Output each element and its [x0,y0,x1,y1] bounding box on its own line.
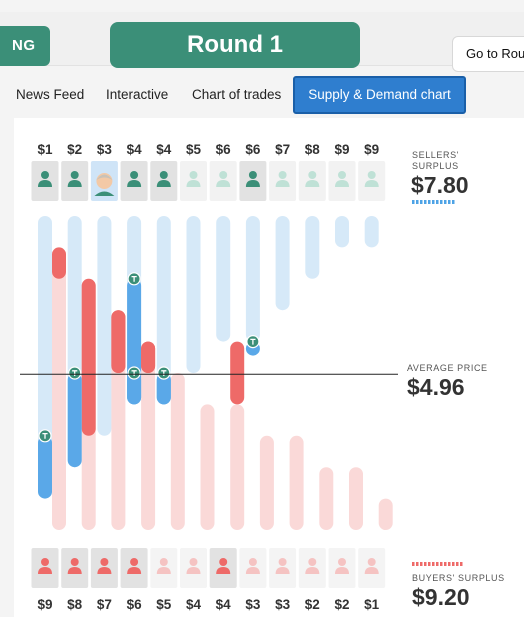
buyer-surplus-bar [81,278,96,436]
go-to-round-button[interactable]: Go to Rou [452,36,524,72]
view-tabs: News Feed Interactive Chart of trades Su… [0,76,524,114]
seller-range-bar [216,216,231,342]
sellers-surplus-label: SELLERS' SURPLUS [412,150,459,172]
buyer-price-label: $3 [275,597,291,612]
buyers-surplus-dashes [412,562,464,566]
seller-price-label: $2 [67,142,82,157]
average-price-value: $4.96 [407,374,465,400]
seller-price-label: $9 [364,142,379,157]
tab-supply-demand-chart[interactable]: Supply & Demand chart [293,76,466,114]
seller-surplus-bar [38,435,52,499]
buyer-price-label: $4 [216,597,232,612]
buyer-surplus-bar [141,341,156,373]
buyer-range-bar [378,498,393,530]
seller-range-bar [305,216,320,279]
buyer-surplus-bar [111,310,126,373]
seller-price-label: $6 [245,142,261,157]
round-title: Round 1 [110,22,360,68]
sellers-surplus-dashes [412,200,456,204]
buyer-range-bar [289,435,304,530]
seller-price-label: $1 [37,142,53,157]
buyer-price-label: $7 [97,597,112,612]
seller-price-label: $5 [186,142,202,157]
seller-price-label: $9 [334,142,349,157]
tab-interactive[interactable]: Interactive [106,76,168,114]
seller-range-bar [364,216,379,248]
seller-price-label: $3 [97,142,113,157]
seller-price-label: $4 [156,142,172,157]
buyers-surplus-value: $9.20 [412,584,470,610]
buyer-range-bar [52,247,66,530]
seller-range-bar [245,216,260,342]
sellers-surplus-value: $7.80 [411,172,469,198]
buyer-price-label: $2 [334,597,349,612]
seller-surplus-bar [67,373,82,468]
buyer-range-bar [170,373,185,530]
seller-range-bar [186,216,201,373]
sellers-surplus-label-line2: SURPLUS [412,161,459,171]
buyer-range-bar [200,404,215,530]
top-header: NG Round 1 Go to Rou [0,12,524,72]
seller-price-label: $6 [216,142,232,157]
seller-range-bar [275,216,290,311]
buyer-range-bar [349,467,363,530]
buyer-range-bar [319,467,334,530]
sellers-surplus-label-line1: SELLERS' [412,150,460,160]
tab-chart-of-trades[interactable]: Chart of trades [192,76,281,114]
buyer-price-label: $9 [37,597,52,612]
buyer-range-bar [230,404,245,530]
seller-price-label: $8 [305,142,321,157]
buyer-price-label: $6 [127,597,143,612]
supply-demand-panel: $1 $2 $3 $4 $4 $5 $6 $6 $7 $8 $9 $9 $9 $8 $7 $6 $5 $4 $4 $3… [14,118,524,617]
buyer-range-bar [259,435,274,530]
seller-range-bar [335,216,349,248]
seller-price-label: $4 [127,142,143,157]
tab-news-feed[interactable]: News Feed [16,76,84,114]
seller-range-bar [97,216,112,436]
average-price-label: AVERAGE PRICE [407,363,488,373]
buyer-surplus-bar [230,341,245,405]
buyer-price-label: $8 [67,597,83,612]
seller-price-label: $7 [275,142,290,157]
buyer-price-label: $3 [245,597,261,612]
buyers-surplus-label: BUYERS' SURPLUS [412,573,505,583]
buyer-surplus-bar [52,247,66,279]
buyer-price-label: $1 [364,597,380,612]
buyer-price-label: $4 [186,597,202,612]
buyer-price-label: $5 [156,597,172,612]
buyer-price-label: $2 [305,597,320,612]
left-tab-badge[interactable]: NG [0,26,50,66]
